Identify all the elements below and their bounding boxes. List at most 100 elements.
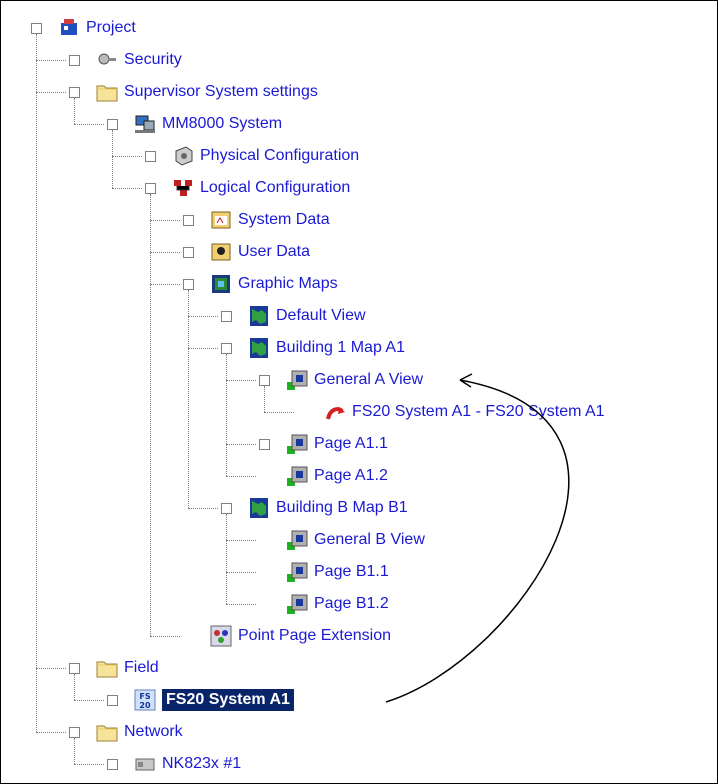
tree-node-generalB[interactable]: General B View bbox=[314, 529, 425, 551]
tree-node-buildingB[interactable]: Building B Map B1 bbox=[276, 497, 408, 519]
tree-guide bbox=[74, 674, 75, 700]
tree-guide bbox=[74, 98, 75, 124]
collapse-toggle-logical[interactable] bbox=[145, 183, 156, 194]
tree-node-mm8000[interactable]: MM8000 System bbox=[162, 113, 282, 135]
fs20-icon[interactable]: FS 20 bbox=[134, 689, 156, 711]
collapse-toggle-network[interactable] bbox=[69, 727, 80, 738]
tree-guide bbox=[74, 738, 75, 764]
tree-connector bbox=[226, 380, 256, 381]
tree-guide bbox=[150, 194, 151, 636]
tree-node-building1[interactable]: Building 1 Map A1 bbox=[276, 337, 405, 359]
tree-connector bbox=[226, 444, 256, 445]
tree-node-systemdata[interactable]: System Data bbox=[238, 209, 330, 231]
collapse-toggle-supervisor[interactable] bbox=[69, 87, 80, 98]
folder-icon[interactable] bbox=[96, 721, 118, 743]
tree-connector bbox=[36, 92, 66, 93]
tree-node-pageA11[interactable]: Page A1.1 bbox=[314, 433, 388, 455]
tree-connector bbox=[188, 508, 218, 509]
tree-guide bbox=[226, 354, 227, 476]
tree-connector bbox=[112, 156, 142, 157]
tree-node-field[interactable]: Field bbox=[124, 657, 159, 679]
folder-icon[interactable] bbox=[96, 81, 118, 103]
tree-node-network[interactable]: Network bbox=[124, 721, 183, 743]
tree-node-fs20link[interactable]: FS20 System A1 - FS20 System A1 bbox=[352, 401, 605, 423]
svg-text:20: 20 bbox=[139, 701, 151, 710]
tree-node-pageB12[interactable]: Page B1.2 bbox=[314, 593, 389, 615]
tree-guide bbox=[36, 34, 37, 732]
tree-connector bbox=[226, 604, 256, 605]
expand-toggle-pageA11[interactable] bbox=[259, 439, 270, 450]
collapse-toggle-field[interactable] bbox=[69, 663, 80, 674]
tree-guide bbox=[226, 514, 227, 604]
svg-text:FS: FS bbox=[139, 692, 150, 701]
expand-toggle-security[interactable] bbox=[69, 55, 80, 66]
expand-toggle-systemdata[interactable] bbox=[183, 215, 194, 226]
tree-node-pageB11[interactable]: Page B1.1 bbox=[314, 561, 389, 583]
tree-node-project[interactable]: Project bbox=[86, 17, 136, 39]
graphic-maps-icon[interactable] bbox=[210, 273, 232, 295]
tree-guide bbox=[264, 386, 265, 412]
view-icon[interactable] bbox=[286, 529, 308, 551]
tree-node-logical[interactable]: Logical Configuration bbox=[200, 177, 350, 199]
collapse-toggle-mm8000[interactable] bbox=[107, 119, 118, 130]
expand-toggle-fs20sys[interactable] bbox=[107, 695, 118, 706]
tree-connector bbox=[36, 60, 66, 61]
map-icon[interactable] bbox=[248, 305, 270, 327]
view-icon[interactable] bbox=[286, 465, 308, 487]
tree-node-supervisor[interactable]: Supervisor System settings bbox=[124, 81, 318, 103]
point-page-icon[interactable] bbox=[210, 625, 232, 647]
tree-node-nk823[interactable]: NK823x #1 bbox=[162, 753, 241, 775]
expand-toggle-defaultview[interactable] bbox=[221, 311, 232, 322]
tree-connector bbox=[150, 252, 180, 253]
view-icon[interactable] bbox=[286, 369, 308, 391]
tree-node-pageA12[interactable]: Page A1.2 bbox=[314, 465, 388, 487]
view-icon[interactable] bbox=[286, 433, 308, 455]
map-icon[interactable] bbox=[248, 497, 270, 519]
tree-connector bbox=[74, 124, 104, 125]
expand-toggle-nk823[interactable] bbox=[107, 759, 118, 770]
tree-node-graphicmaps[interactable]: Graphic Maps bbox=[238, 273, 338, 295]
collapse-toggle-building1[interactable] bbox=[221, 343, 232, 354]
tree-connector bbox=[226, 476, 256, 477]
tree-connector bbox=[36, 668, 66, 669]
expand-toggle-physical[interactable] bbox=[145, 151, 156, 162]
project-icon[interactable] bbox=[58, 17, 80, 39]
hardware-icon[interactable] bbox=[172, 145, 194, 167]
shortcut-link-icon[interactable] bbox=[324, 401, 346, 423]
tree-connector bbox=[188, 348, 218, 349]
user-data-icon[interactable] bbox=[210, 241, 232, 263]
tree-connector bbox=[74, 764, 104, 765]
map-icon[interactable] bbox=[248, 337, 270, 359]
tree-connector bbox=[264, 412, 294, 413]
project-tree[interactable]: Project Security Supervisor System setting… bbox=[0, 0, 718, 784]
tree-node-defaultview[interactable]: Default View bbox=[276, 305, 366, 327]
computer-icon[interactable] bbox=[134, 113, 156, 135]
folder-icon[interactable] bbox=[96, 657, 118, 679]
expand-toggle-userdata[interactable] bbox=[183, 247, 194, 258]
tree-guide bbox=[112, 130, 113, 188]
view-icon[interactable] bbox=[286, 561, 308, 583]
tree-node-userdata[interactable]: User Data bbox=[238, 241, 310, 263]
tree-connector bbox=[226, 540, 256, 541]
tree-node-physical[interactable]: Physical Configuration bbox=[200, 145, 359, 167]
tree-connector bbox=[112, 188, 142, 189]
tree-connector bbox=[36, 732, 66, 733]
device-icon[interactable] bbox=[134, 753, 156, 775]
collapse-toggle-project[interactable] bbox=[31, 23, 42, 34]
network-icon[interactable] bbox=[172, 177, 194, 199]
tree-node-generalA[interactable]: General A View bbox=[314, 369, 423, 391]
key-icon[interactable] bbox=[96, 49, 118, 71]
collapse-toggle-generalA[interactable] bbox=[259, 375, 270, 386]
collapse-toggle-graphicmaps[interactable] bbox=[183, 279, 194, 290]
tree-connector bbox=[150, 636, 180, 637]
tree-guide bbox=[188, 290, 189, 508]
tree-connector bbox=[74, 700, 104, 701]
tree-connector bbox=[150, 284, 180, 285]
collapse-toggle-buildingB[interactable] bbox=[221, 503, 232, 514]
tree-node-security[interactable]: Security bbox=[124, 49, 182, 71]
tree-node-pointpage[interactable]: Point Page Extension bbox=[238, 625, 391, 647]
tree-node-fs20sys[interactable]: FS20 System A1 bbox=[162, 689, 294, 711]
view-icon[interactable] bbox=[286, 593, 308, 615]
system-data-icon[interactable] bbox=[210, 209, 232, 231]
tree-connector bbox=[226, 572, 256, 573]
